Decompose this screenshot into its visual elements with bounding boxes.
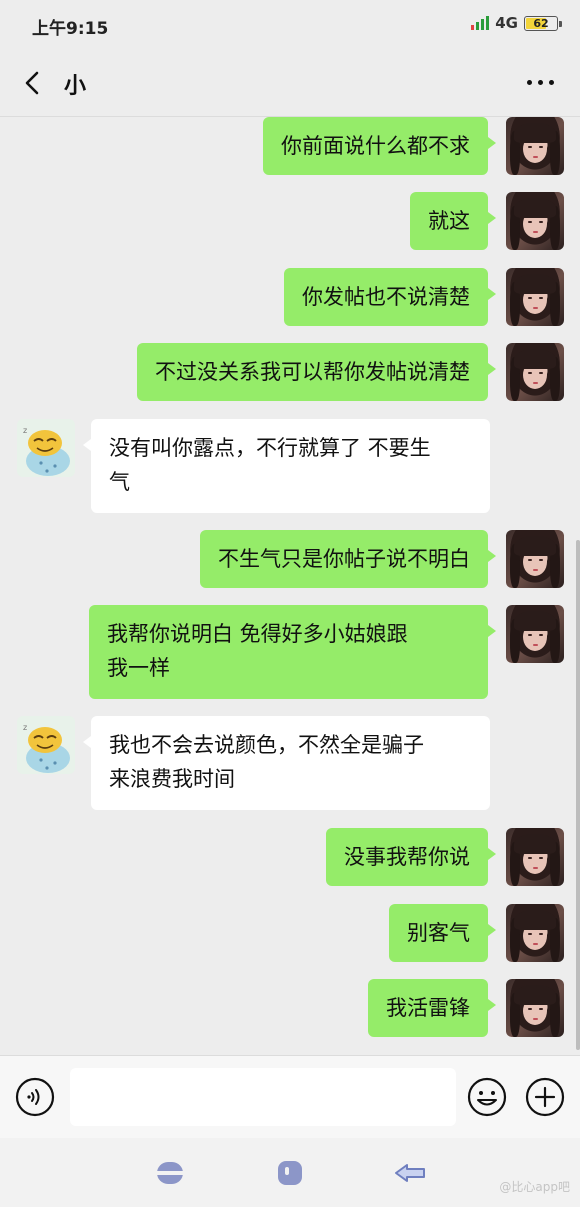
- status-bar: 上午9:15 4G 62: [0, 0, 580, 50]
- system-nav-bar: @比心app吧: [0, 1138, 580, 1207]
- message-line: 来浪费我时间: [109, 767, 235, 791]
- chevron-left-icon: [25, 71, 39, 95]
- svg-text:z: z: [23, 723, 27, 732]
- avatar[interactable]: [506, 192, 564, 250]
- avatar[interactable]: [506, 828, 564, 886]
- status-right: 4G 62: [471, 14, 562, 32]
- message-line: 气: [109, 470, 130, 494]
- emoji-icon: [467, 1077, 507, 1117]
- nav-menu-button[interactable]: [153, 1156, 187, 1190]
- avatar[interactable]: [506, 268, 564, 326]
- message-bubble[interactable]: 你发帖也不说清楚: [284, 268, 496, 326]
- message-bubble[interactable]: 没有叫你露点，不行就算了 不要生 气: [83, 419, 490, 513]
- message-bubble[interactable]: 我也不会去说颜色，不然全是骗子 来浪费我时间: [83, 716, 490, 810]
- battery-icon: 62: [524, 15, 562, 31]
- plus-button[interactable]: [525, 1077, 565, 1117]
- menu-icon: [157, 1162, 183, 1184]
- avatar[interactable]: [506, 904, 564, 962]
- message-bubble[interactable]: 你前面说什么都不求: [263, 117, 496, 175]
- nav-home-button[interactable]: [273, 1156, 307, 1190]
- avatar[interactable]: z: [17, 716, 75, 774]
- voice-icon: [15, 1077, 55, 1117]
- message-bubble[interactable]: 别客气: [389, 904, 496, 962]
- scrollbar[interactable]: [576, 540, 580, 1050]
- message-line: 没有叫你露点，不行就算了 不要生: [109, 436, 431, 460]
- avatar[interactable]: [506, 343, 564, 401]
- avatar[interactable]: [506, 979, 564, 1037]
- message-input[interactable]: [70, 1068, 456, 1126]
- svg-text:z: z: [23, 426, 27, 435]
- message-bubble[interactable]: 我帮你说明白 免得好多小姑娘跟 我一样: [89, 605, 496, 699]
- battery-level: 62: [533, 16, 549, 30]
- signal-icon: [471, 16, 490, 30]
- watermark: @比心app吧: [499, 1180, 570, 1194]
- message-bubble[interactable]: 就这: [410, 192, 496, 250]
- message-bubble[interactable]: 我活雷锋: [368, 979, 496, 1037]
- cartoon-avatar-icon: z: [23, 426, 70, 476]
- avatar[interactable]: [506, 117, 564, 175]
- more-dots-icon[interactable]: [527, 80, 554, 85]
- cartoon-avatar-icon: z: [23, 723, 70, 773]
- message-bubble[interactable]: 不生气只是你帖子说不明白: [200, 530, 496, 588]
- message-bubble[interactable]: 没事我帮你说: [326, 828, 496, 886]
- message-list[interactable]: 你前面说什么都不求 就这 你发帖也不说清楚 不过没关系我可以帮你发帖说清楚 z …: [0, 117, 580, 1055]
- avatar[interactable]: z: [17, 419, 75, 477]
- back-arrow-icon: [395, 1164, 425, 1182]
- message-line: 我一样: [107, 656, 170, 680]
- back-button[interactable]: [18, 68, 48, 98]
- voice-button[interactable]: [15, 1077, 55, 1117]
- avatar[interactable]: [506, 530, 564, 588]
- avatar[interactable]: [506, 605, 564, 663]
- chat-title: 小: [64, 74, 87, 99]
- message-bubble[interactable]: 不过没关系我可以帮你发帖说清楚: [137, 343, 496, 401]
- emoji-button[interactable]: [467, 1077, 507, 1117]
- home-icon: [278, 1161, 302, 1185]
- network-type: 4G: [495, 14, 518, 32]
- input-bar: [0, 1055, 580, 1138]
- plus-icon: [525, 1077, 565, 1117]
- nav-back-button[interactable]: [393, 1156, 427, 1190]
- message-line: 我帮你说明白 免得好多小姑娘跟: [107, 622, 408, 646]
- chat-header: 小: [0, 50, 580, 117]
- status-time: 上午9:15: [32, 19, 109, 39]
- message-line: 我也不会去说颜色，不然全是骗子: [109, 733, 424, 757]
